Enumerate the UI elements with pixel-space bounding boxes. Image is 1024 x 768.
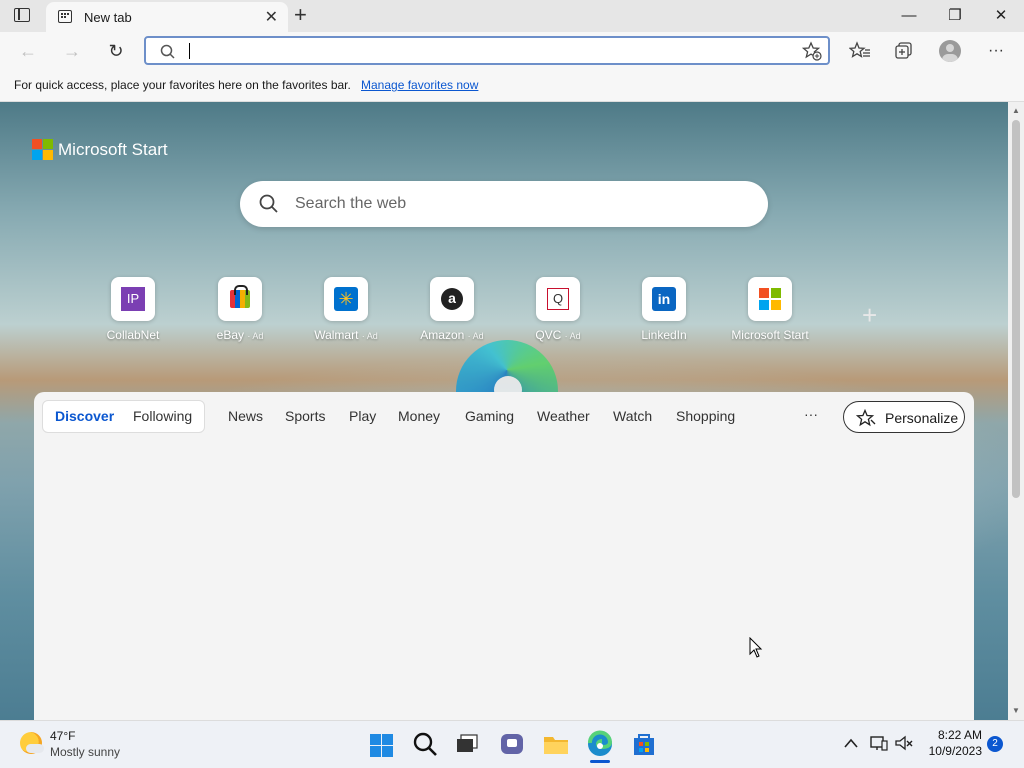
microsoft-logo-icon [748, 277, 792, 321]
volume-muted-icon[interactable] [894, 734, 914, 752]
weather-condition[interactable]: Mostly sunny [50, 745, 120, 759]
tab-gaming[interactable]: Gaming [465, 408, 514, 424]
chat-icon[interactable] [497, 729, 527, 759]
search-icon [160, 44, 175, 59]
walmart-spark-icon: ✳ [334, 287, 358, 311]
favorites-bar-message: For quick access, place your favorites h… [14, 78, 351, 92]
tile-label: Walmart [314, 328, 359, 342]
ad-badge: · Ad [564, 331, 581, 341]
back-button[interactable]: ← [12, 32, 44, 70]
ad-badge: · Ad [361, 331, 378, 341]
tile-label: LinkedIn [641, 328, 687, 342]
brand-label: Microsoft Start [58, 140, 168, 159]
file-explorer-icon[interactable] [541, 729, 571, 759]
tab-watch[interactable]: Watch [613, 408, 652, 424]
tab-shopping[interactable]: Shopping [676, 408, 735, 424]
favorites-icon[interactable] [849, 41, 871, 61]
tile-label: Amazon [420, 328, 465, 342]
address-bar[interactable] [144, 36, 830, 65]
tab-sports[interactable]: Sports [285, 408, 325, 424]
quick-link-walmart[interactable]: ✳ Walmart · Ad [301, 277, 391, 342]
amazon-icon: a [441, 288, 463, 310]
tab-title: New tab [84, 10, 132, 25]
ad-badge: · Ad [247, 331, 264, 341]
search-icon [259, 194, 278, 213]
microsoft-logo-icon [32, 139, 54, 161]
more-tabs-button[interactable]: ··· [804, 406, 818, 422]
scrollbar[interactable]: ▲ ▼ [1008, 102, 1024, 720]
store-icon[interactable] [629, 729, 659, 759]
quick-link-amazon[interactable]: a Amazon · Ad [407, 277, 497, 342]
tab-news[interactable]: News [228, 408, 263, 424]
add-shortcut-button[interactable]: + [862, 300, 877, 331]
tab-money[interactable]: Money [398, 408, 440, 424]
close-button[interactable]: ✕ [978, 0, 1024, 32]
web-search-box[interactable]: Search the web [240, 181, 768, 227]
personalize-button[interactable]: Personalize [843, 401, 965, 433]
add-favorite-icon[interactable] [802, 41, 822, 61]
personalize-star-icon [856, 409, 876, 427]
weather-sunny-icon [20, 732, 44, 754]
manage-favorites-link[interactable]: Manage favorites now [361, 78, 478, 92]
tile-label: Microsoft Start [731, 328, 809, 342]
clock-time: 8:22 AM [937, 728, 982, 742]
weather-temperature[interactable]: 47°F [50, 729, 75, 743]
minimize-button[interactable]: — [886, 0, 932, 32]
tab-play[interactable]: Play [349, 408, 376, 424]
clock-date: 10/9/2023 [928, 744, 982, 758]
ad-badge: · Ad [467, 331, 484, 341]
tab-discover[interactable]: Discover [55, 408, 114, 424]
new-tab-icon [58, 10, 72, 23]
task-view-icon[interactable] [453, 729, 483, 759]
qvc-icon: Q [547, 288, 569, 310]
new-tab-button[interactable]: + [294, 2, 307, 28]
tile-label: eBay [216, 328, 244, 342]
collections-icon[interactable] [894, 41, 916, 61]
collabnet-icon: IP [121, 287, 145, 311]
tile-label: QVC [535, 328, 562, 342]
tile-label: CollabNet [106, 328, 160, 342]
notification-badge[interactable]: 2 [987, 736, 1003, 752]
text-caret [189, 43, 190, 59]
personalize-label: Personalize [885, 410, 959, 426]
active-app-indicator [590, 760, 610, 763]
tab-following[interactable]: Following [133, 408, 192, 424]
search-placeholder: Search the web [295, 195, 407, 212]
start-windows-icon[interactable] [367, 729, 397, 759]
quick-link-ebay[interactable]: eBay · Ad [195, 277, 285, 342]
linkedin-icon: in [652, 287, 676, 311]
refresh-button[interactable]: ↻ [100, 32, 132, 70]
network-icon[interactable] [869, 734, 889, 752]
quick-link-qvc[interactable]: Q QVC · Ad [513, 277, 603, 342]
quick-link-collabnet[interactable]: IP CollabNet [88, 277, 178, 342]
tab-close-button[interactable]: ✕ [265, 7, 278, 27]
search-icon[interactable] [410, 729, 440, 759]
mouse-cursor-icon [749, 637, 763, 658]
profile-avatar[interactable] [939, 40, 961, 62]
quick-link-linkedin[interactable]: in LinkedIn [619, 277, 709, 342]
feed-panel [34, 392, 974, 722]
quick-link-microsoft-start[interactable]: Microsoft Start [725, 277, 815, 342]
maximize-button[interactable]: ❐ [932, 0, 978, 32]
edge-icon[interactable] [585, 729, 615, 759]
forward-button[interactable]: → [56, 32, 88, 70]
clock[interactable]: 8:22 AM 10/9/2023 [920, 728, 982, 758]
ebay-bag-icon [218, 277, 262, 321]
tab-actions-icon[interactable] [14, 8, 30, 22]
settings-more-button[interactable]: ··· [980, 32, 1012, 70]
chevron-up-icon[interactable] [843, 736, 859, 750]
tab-weather[interactable]: Weather [537, 408, 590, 424]
favorites-bar: For quick access, place your favorites h… [0, 70, 1024, 102]
tab-new-tab[interactable]: New tab ✕ [46, 2, 288, 32]
scrollbar-thumb[interactable] [1012, 120, 1020, 498]
